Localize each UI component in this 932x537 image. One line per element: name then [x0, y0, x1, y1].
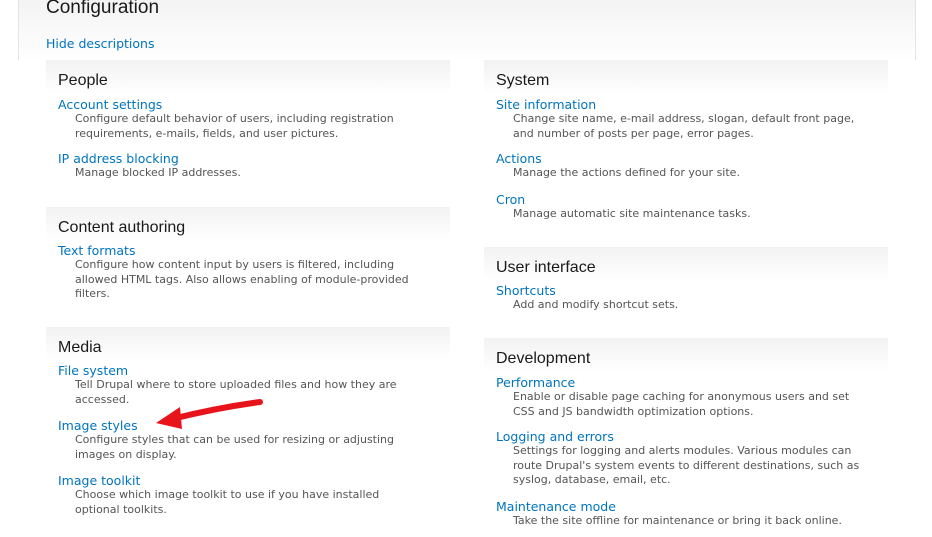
panel-people: People Account settings Configure defaul… [46, 60, 450, 200]
item-description: Configure how content input by users is … [75, 258, 409, 300]
ip-address-blocking-link[interactable]: IP address blocking [58, 151, 428, 166]
config-item: Actions Manage the actions defined for y… [496, 151, 866, 181]
item-description: Choose which image toolkit to use if you… [75, 488, 380, 516]
config-item: Text formats Configure how content input… [58, 243, 428, 302]
item-description: Configure styles that can be used for re… [75, 433, 394, 461]
site-information-link[interactable]: Site information [496, 97, 866, 112]
shortcuts-link[interactable]: Shortcuts [496, 283, 866, 298]
panel-title: Media [58, 339, 102, 356]
actions-link[interactable]: Actions [496, 151, 866, 166]
panel-title: User interface [496, 259, 596, 276]
panel-media: Media File system Tell Drupal where to s… [46, 327, 450, 537]
hide-descriptions-link[interactable]: Hide descriptions [46, 36, 154, 51]
item-description: Change site name, e-mail address, slogan… [513, 112, 855, 140]
panel-development: Development Performance Enable or disabl… [484, 338, 888, 536]
item-description: Configure default behavior of users, inc… [75, 112, 394, 140]
item-description: Settings for logging and alerts modules.… [513, 444, 860, 486]
file-system-link[interactable]: File system [58, 363, 428, 378]
logging-and-errors-link[interactable]: Logging and errors [496, 429, 866, 444]
item-description: Enable or disable page caching for anony… [513, 390, 850, 418]
config-item: Image toolkit Choose which image toolkit… [58, 473, 428, 517]
performance-link[interactable]: Performance [496, 375, 866, 390]
maintenance-mode-link[interactable]: Maintenance mode [496, 499, 866, 514]
config-item: Performance Enable or disable page cachi… [496, 375, 866, 419]
text-formats-link[interactable]: Text formats [58, 243, 428, 258]
config-item: Cron Manage automatic site maintenance t… [496, 192, 866, 222]
panel-content-authoring: Content authoring Text formats Configure… [46, 207, 450, 319]
panel-title: System [496, 72, 550, 89]
config-item: Site information Change site name, e-mai… [496, 97, 866, 141]
config-item: Logging and errors Settings for logging … [496, 429, 866, 488]
panel-title: People [58, 72, 108, 89]
item-description: Manage automatic site maintenance tasks. [513, 207, 751, 220]
account-settings-link[interactable]: Account settings [58, 97, 428, 112]
image-toolkit-link[interactable]: Image toolkit [58, 473, 428, 488]
panel-system: System Site information Change site name… [484, 60, 888, 232]
config-item: Account settings Configure default behav… [58, 97, 428, 141]
item-description: Manage the actions defined for your site… [513, 166, 740, 179]
item-description: Add and modify shortcut sets. [513, 298, 679, 311]
panel-title: Content authoring [58, 219, 186, 236]
item-description: Take the site offline for maintenance or… [513, 514, 842, 527]
panel-user-interface: User interface Shortcuts Add and modify … [484, 247, 888, 327]
config-item: IP address blocking Manage blocked IP ad… [58, 151, 428, 181]
item-description: Manage blocked IP addresses. [75, 166, 241, 179]
page-title: Configuration [46, 0, 160, 18]
panel-title: Development [496, 350, 591, 367]
annotation-arrow-icon [156, 399, 263, 429]
config-item: Shortcuts Add and modify shortcut sets. [496, 283, 866, 313]
cron-link[interactable]: Cron [496, 192, 866, 207]
config-item: Maintenance mode Take the site offline f… [496, 499, 866, 529]
